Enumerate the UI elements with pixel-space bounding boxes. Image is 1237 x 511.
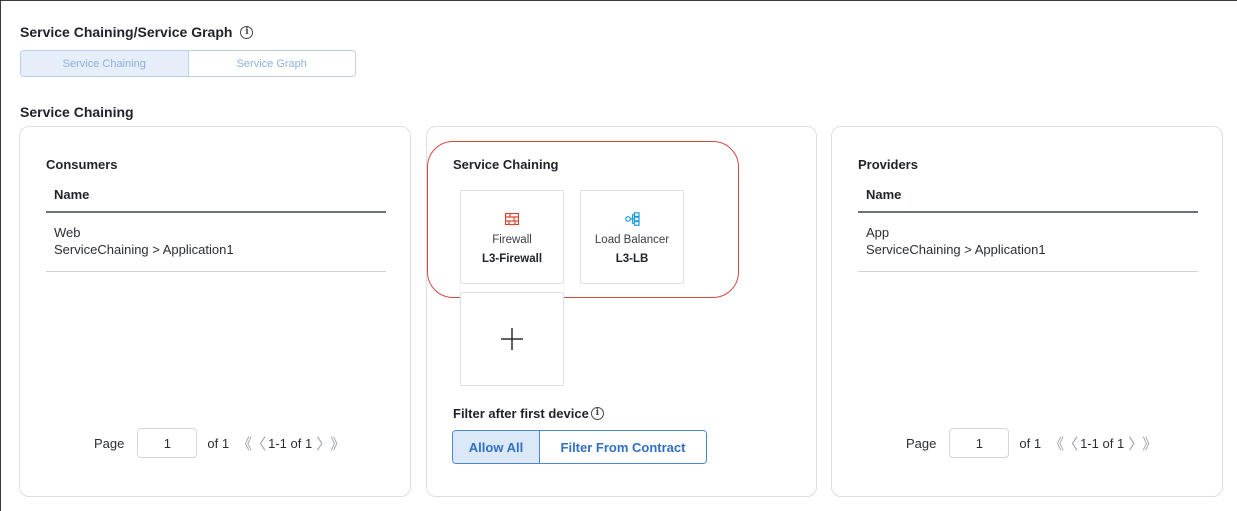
row-divider bbox=[46, 271, 386, 272]
providers-pager: Page 1 of 1 《 〈 1-1 of 1 〉 》 bbox=[906, 428, 1157, 458]
firewall-icon bbox=[505, 212, 519, 226]
row-path: ServiceChaining > Application1 bbox=[866, 242, 1046, 257]
page-total: of 1 bbox=[207, 435, 230, 451]
consumers-pager: Page 1 of 1 《 〈 1-1 of 1 〉 》 bbox=[94, 428, 345, 458]
page-number-input[interactable]: 1 bbox=[137, 428, 198, 458]
header-divider bbox=[858, 211, 1198, 213]
add-device-button[interactable] bbox=[460, 292, 564, 386]
prev-page-icon[interactable]: 〈 bbox=[251, 433, 266, 454]
providers-title: Providers bbox=[858, 157, 918, 172]
last-page-icon[interactable]: 》 bbox=[330, 433, 345, 454]
section-title: Service Chaining bbox=[20, 104, 134, 120]
prev-page-icon[interactable]: 〈 bbox=[1063, 433, 1078, 454]
consumers-name-header: Name bbox=[54, 187, 90, 202]
page-title-text: Service Chaining/Service Graph bbox=[20, 24, 233, 40]
row-name: App bbox=[866, 225, 890, 240]
allow-all-button[interactable]: Allow All bbox=[453, 431, 540, 463]
table-row[interactable]: App ServiceChaining > Application1 bbox=[866, 224, 1046, 258]
providers-name-header: Name bbox=[866, 187, 902, 202]
page-range: 1-1 of 1 bbox=[1080, 435, 1125, 451]
header-divider bbox=[46, 211, 386, 213]
page-range: 1-1 of 1 bbox=[268, 435, 313, 451]
consumers-card: Consumers Name Web ServiceChaining > App… bbox=[19, 126, 411, 497]
filter-from-contract-button[interactable]: Filter From Contract bbox=[540, 431, 706, 463]
filter-label-text: Filter after first device bbox=[453, 406, 589, 421]
row-path: ServiceChaining > Application1 bbox=[54, 242, 234, 257]
page-label: Page bbox=[906, 435, 937, 451]
info-icon[interactable]: i bbox=[240, 25, 254, 39]
row-name: Web bbox=[54, 225, 81, 240]
consumers-title: Consumers bbox=[46, 157, 118, 172]
plus-icon bbox=[501, 328, 523, 350]
device-name: L3-LB bbox=[615, 253, 649, 265]
filter-toggle: Allow All Filter From Contract bbox=[452, 430, 707, 464]
view-toggle: Service Chaining Service Graph bbox=[20, 50, 356, 77]
tab-service-graph[interactable]: Service Graph bbox=[188, 51, 355, 76]
page-title: Service Chaining/Service Graph i bbox=[20, 24, 254, 40]
next-page-icon[interactable]: 〉 bbox=[316, 433, 331, 454]
filter-label: Filter after first device i bbox=[453, 406, 604, 421]
last-page-icon[interactable]: 》 bbox=[1142, 433, 1157, 454]
page-label: Page bbox=[94, 435, 125, 451]
device-name: L3-Firewall bbox=[481, 253, 543, 265]
info-icon[interactable]: i bbox=[590, 407, 604, 420]
first-page-icon[interactable]: 《 bbox=[237, 433, 252, 454]
first-page-icon[interactable]: 《 bbox=[1049, 433, 1064, 454]
device-type: Load Balancer bbox=[594, 234, 670, 246]
device-firewall[interactable]: Firewall L3-Firewall bbox=[460, 190, 564, 284]
table-row[interactable]: Web ServiceChaining > Application1 bbox=[54, 224, 234, 258]
tab-service-chaining[interactable]: Service Chaining bbox=[21, 51, 189, 76]
providers-card: Providers Name App ServiceChaining > App… bbox=[831, 126, 1223, 497]
device-type: Firewall bbox=[492, 234, 532, 246]
next-page-icon[interactable]: 〉 bbox=[1128, 433, 1143, 454]
device-load-balancer[interactable]: Load Balancer L3-LB bbox=[580, 190, 684, 284]
load-balancer-icon bbox=[624, 212, 640, 226]
row-divider bbox=[858, 271, 1198, 272]
page-number-input[interactable]: 1 bbox=[949, 428, 1010, 458]
page-total: of 1 bbox=[1019, 435, 1042, 451]
